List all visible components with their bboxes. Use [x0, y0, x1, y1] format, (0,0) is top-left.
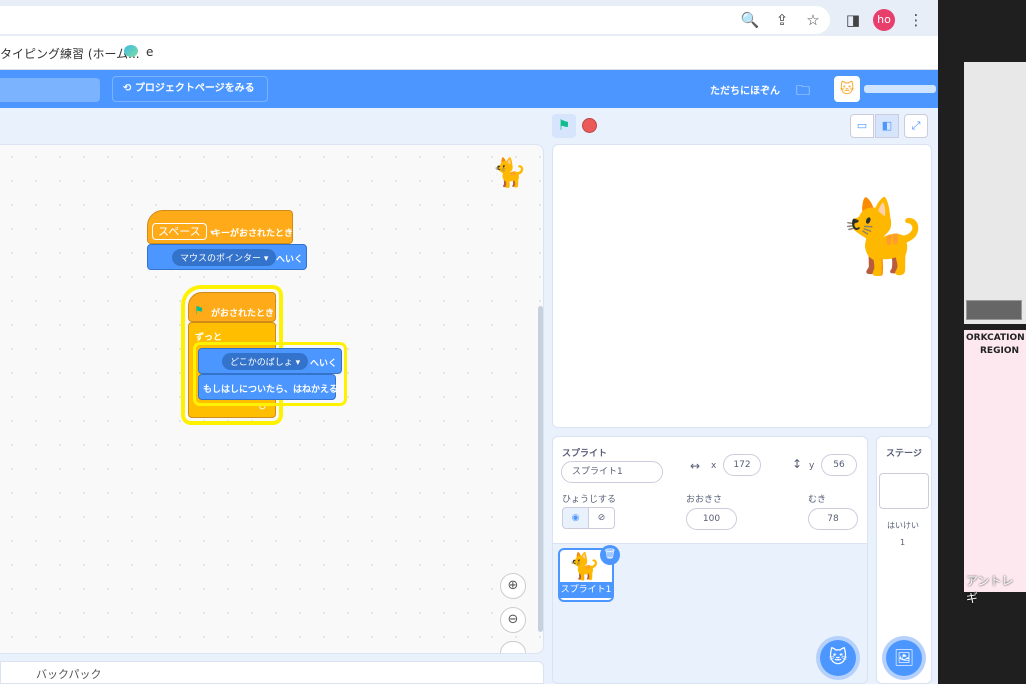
participant-name-tag-1 — [966, 300, 1022, 320]
share-icon[interactable]: ⇪ — [771, 9, 793, 31]
zoom-in-button[interactable]: ⊕ — [500, 573, 526, 599]
green-flag-button[interactable]: ⚑ — [552, 114, 576, 138]
sprite-indicator-cat-icon: 🐈 — [492, 156, 527, 189]
video2-text-2: REGION — [980, 346, 1019, 356]
my-stuff-folder-icon[interactable]: 🗀 — [796, 80, 810, 104]
size-label: おおきさ — [686, 495, 723, 505]
large-stage-icon[interactable]: ◧ — [875, 114, 899, 138]
user-avatar[interactable]: 🐱 — [834, 76, 860, 102]
goto-random-dropdown[interactable]: どこかのばしょ ▾ — [222, 353, 309, 370]
add-backdrop-button[interactable]: 🖼 — [886, 640, 922, 676]
save-now-button[interactable]: ただちにほぞん — [710, 82, 780, 97]
sprite-name-input[interactable]: スプライト1 — [561, 461, 663, 483]
project-page-icon: ⟲ — [123, 83, 135, 94]
participant-video-1 — [964, 62, 1026, 324]
project-title-input[interactable] — [0, 78, 100, 102]
delete-sprite-icon[interactable]: 🗑 — [600, 545, 620, 565]
green-flag-icon: ⚑ — [194, 304, 204, 317]
add-sprite-button[interactable]: 🐱 — [820, 640, 856, 676]
workspace-scrollbar[interactable] — [538, 306, 543, 632]
backdrop-label: はいけい — [887, 521, 919, 530]
forever-label: ずっと — [195, 333, 223, 343]
x-label: x — [711, 461, 717, 471]
y-input[interactable]: 56 — [821, 454, 857, 476]
bookmarks-bar — [0, 36, 938, 70]
direction-input[interactable]: 78 — [808, 508, 858, 530]
bookmark-favicon-icon — [124, 45, 138, 57]
side-panel-icon[interactable]: ◨ — [842, 9, 864, 31]
zoom-icon[interactable]: 🔍 — [739, 9, 761, 31]
video2-text-1: ORKCATION — [966, 333, 1025, 343]
sprite-thumb-label: スプライト1 — [560, 582, 612, 598]
project-page-label: プロジェクトページをみる — [134, 83, 255, 94]
show-visible-eye-icon[interactable]: ◉ — [562, 507, 589, 529]
y-arrows-icon: ↕ — [792, 457, 803, 471]
sprite-thumb-cat-icon: 🐈 — [568, 552, 601, 582]
size-input[interactable]: 100 — [686, 508, 737, 530]
more-menu-icon[interactable]: ⋮ — [905, 9, 927, 31]
flag-hat-text: がおされたとき — [211, 309, 275, 319]
loop-arrow-icon: ↻ — [258, 402, 267, 413]
show-label: ひょうじする — [562, 495, 617, 505]
see-project-page-button[interactable]: ⟲ プロジェクトページをみる — [112, 76, 268, 102]
goto-target-value: マウスのポインター — [180, 254, 262, 264]
key-hat-text: キーがおされたとき — [212, 229, 294, 239]
y-label: y — [809, 461, 815, 471]
goto-suffix: へいく — [276, 255, 304, 265]
stop-button[interactable] — [582, 118, 597, 133]
participant-video-2 — [964, 330, 1026, 592]
bookmark-typing[interactable]: タイピング練習 (ホーム... — [0, 45, 140, 62]
goto-random-value: どこかのばしょ — [230, 358, 293, 368]
key-dropdown[interactable]: スペース ▾ — [152, 223, 214, 240]
profile-avatar[interactable]: ho — [873, 9, 895, 31]
participant-name-2: アントレ ギ — [966, 574, 1014, 605]
x-arrows-icon: ↔ — [690, 459, 701, 473]
key-dropdown-value: スペース — [152, 223, 207, 240]
stage-label: ステージ — [886, 449, 922, 459]
fullscreen-icon[interactable]: ⤢ — [904, 114, 928, 138]
show-hidden-eye-icon[interactable]: ⊘ — [588, 507, 615, 529]
bounce-label: もしはしについたら、はねかえる — [203, 385, 338, 395]
username-redacted[interactable] — [864, 85, 936, 93]
small-stage-icon[interactable]: ▭ — [850, 114, 874, 138]
backdrop-count: 1 — [900, 538, 906, 547]
x-input[interactable]: 172 — [723, 454, 761, 476]
zoom-out-button[interactable]: ⊖ — [500, 607, 526, 633]
bookmark-star-icon[interactable]: ☆ — [802, 9, 824, 31]
stage-cat-sprite[interactable]: 🐈 — [838, 200, 928, 272]
bookmark-e[interactable]: e — [146, 45, 153, 59]
goto-target-dropdown[interactable]: マウスのポインター ▾ — [172, 249, 277, 266]
stage-canvas[interactable] — [552, 144, 932, 428]
direction-label: むき — [808, 495, 827, 505]
backpack-label: バックパック — [36, 668, 102, 681]
sprite-label: スプライト — [562, 449, 608, 459]
goto-random-suffix: へいく — [310, 359, 338, 369]
address-bar[interactable] — [0, 6, 830, 34]
stage-thumbnail[interactable] — [879, 473, 929, 509]
